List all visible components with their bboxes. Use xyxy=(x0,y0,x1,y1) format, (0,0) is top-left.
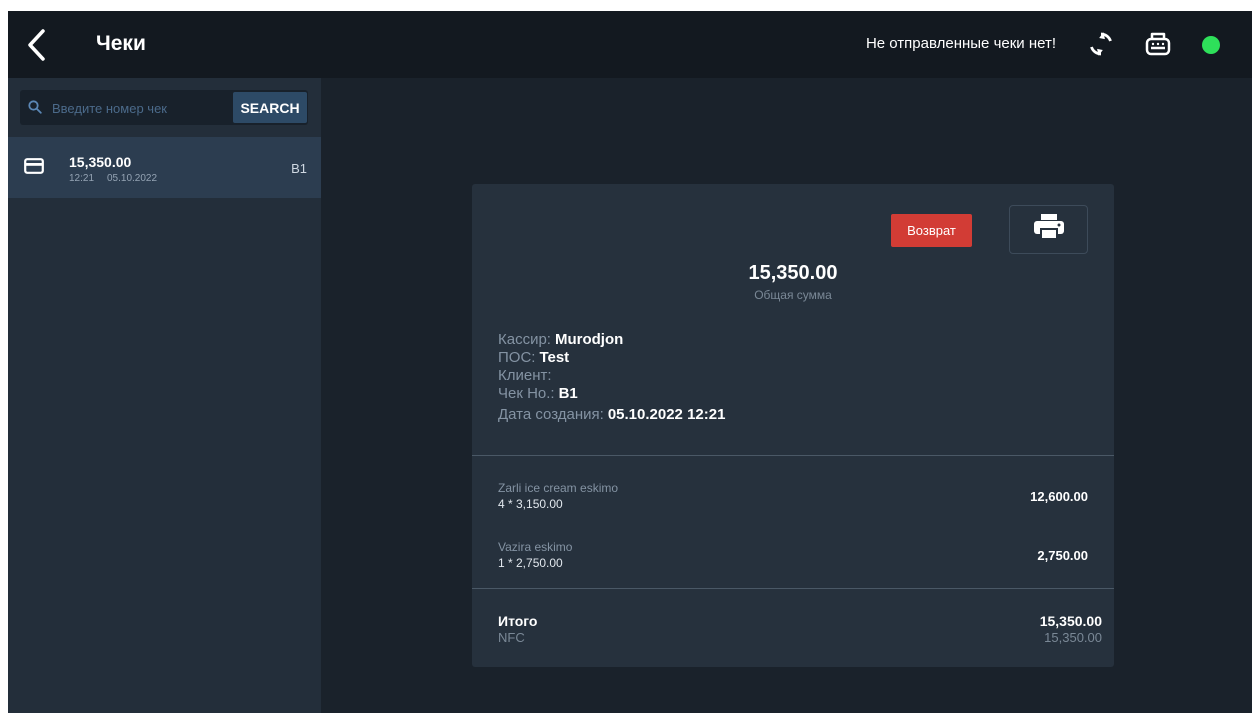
print-receipt-button[interactable] xyxy=(1009,205,1088,254)
line-item-quantity: 4 * 3,150.00 xyxy=(498,497,563,511)
receipt-info: Кассир: Murodjon ПОС: Test Клиент: Чек Но.… xyxy=(498,331,998,424)
info-row-created-date: Дата создания: 05.10.2022 12:21 xyxy=(498,406,726,423)
receipt-date: 05.10.2022 xyxy=(107,173,158,184)
back-icon[interactable] xyxy=(22,25,56,65)
info-row-receipt-number: Чек Но.: B1 xyxy=(498,385,578,402)
page-title: Чеки xyxy=(96,32,146,55)
line-item-name: Zarli ice cream eskimo xyxy=(498,481,619,495)
summary-label: Итого xyxy=(498,613,538,629)
search-button[interactable]: SEARCH xyxy=(233,92,307,123)
connection-status-dot xyxy=(1202,36,1220,54)
search-input[interactable] xyxy=(50,95,234,121)
search-icon xyxy=(28,100,42,114)
receipt-list-item[interactable]: 15,350.00 12:21 05.10.2022 B1 xyxy=(8,137,321,198)
line-item-total: 12,600.00 xyxy=(1030,489,1088,504)
info-row-pos: ПОС: Test xyxy=(498,349,570,366)
return-button[interactable]: Возврат xyxy=(891,214,972,247)
receipt-amount: 15,350.00 xyxy=(69,154,132,170)
app-window: Чеки Не отправленные чеки нет! Введите н… xyxy=(8,11,1252,713)
info-row-cashier: Кассир: Murodjon xyxy=(498,331,624,348)
line-item-total: 2,750.00 xyxy=(1037,548,1088,563)
sidebar: SEARCH 15,350.00 12:21 05.10.2022 B1 xyxy=(8,78,321,713)
receipt-number: B1 xyxy=(291,161,307,176)
receipt-time: 12:21 xyxy=(69,173,95,184)
line-item-quantity: 1 * 2,750.00 xyxy=(498,556,563,570)
receipt-total: 15,350.00 xyxy=(748,262,838,284)
line-item: Zarli ice cream eskimo 4 * 3,150.00 12,6… xyxy=(498,481,1088,517)
payment-method: NFC xyxy=(498,630,525,645)
divider xyxy=(472,588,1114,589)
payment-amount: 15,350.00 xyxy=(1044,630,1102,645)
receipt-total-caption: Общая сумма xyxy=(754,288,832,302)
summary-total: 15,350.00 xyxy=(1039,613,1102,629)
search-bar: SEARCH xyxy=(20,90,308,125)
divider xyxy=(472,455,1114,456)
printer-icon[interactable] xyxy=(1143,29,1173,59)
unsent-status-text: Не отправленные чеки нет! xyxy=(865,35,1056,52)
top-bar: Чеки Не отправленные чеки нет! xyxy=(8,11,1252,78)
sync-icon[interactable] xyxy=(1086,29,1116,59)
receipt-detail-card: Возврат 15,350.00 Общая сумма Кассир: Mur… xyxy=(472,184,1114,667)
line-item-name: Vazira eskimo xyxy=(498,540,573,554)
printer-icon xyxy=(1032,213,1066,246)
card-icon xyxy=(24,158,44,174)
info-row-client: Клиент: xyxy=(498,367,552,384)
line-item: Vazira eskimo 1 * 2,750.00 2,750.00 xyxy=(498,540,1088,576)
